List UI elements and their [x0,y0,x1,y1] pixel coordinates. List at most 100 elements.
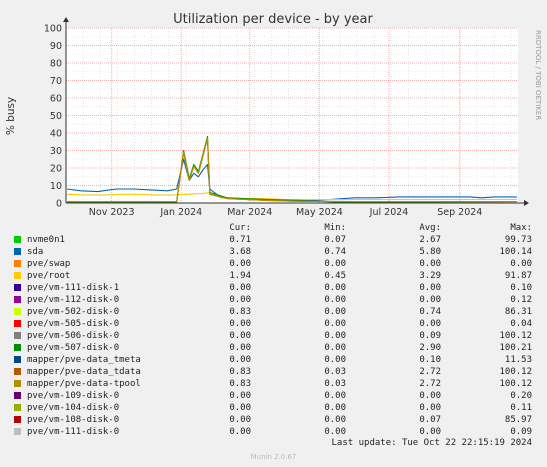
legend-cur-value: 0.00 [229,295,251,305]
y-tick-label: 60 [50,94,62,105]
legend-series-name: mapper/pve-data_tdata [27,367,141,377]
legend-row: pve/vm-111-disk-1 0.00 0.00 0.00 0.10 [0,282,547,294]
legend-series-name: nvme0n1 [27,235,65,245]
y-tick-label: 70 [50,76,62,87]
legend-max-value: 0.00 [510,259,532,269]
x-tick-label: Nov 2023 [89,207,135,218]
legend-cur-value: 0.00 [229,415,251,425]
legend-max-value: 0.10 [510,283,532,293]
legend-cur-value: 0.00 [229,403,251,413]
munin-version: Munin 2.0.67 [250,453,297,461]
legend-max-value: 0.04 [510,319,532,329]
legend-avg-value: 0.09 [419,331,441,341]
legend-swatch [14,308,21,315]
legend-swatch [14,344,21,351]
legend-swatch [14,248,21,255]
legend-cur-value: 1.94 [229,271,251,281]
legend-min-value: 0.00 [324,307,346,317]
chart-area: Utilization per device - by year % busy … [5,12,542,218]
legend-max-value: 91.87 [504,271,532,281]
y-axis-arrow [63,17,69,22]
legend-avg-value: 0.00 [419,403,441,413]
legend-swatch [14,284,21,291]
legend-avg-value: 0.10 [419,355,441,365]
legend-min-value: 0.00 [324,427,346,437]
legend-min-value: 0.00 [324,415,346,425]
col-cur-header: Cur: [229,223,251,233]
legend-cur-value: 0.71 [229,235,251,245]
legend-max-value: 100.12 [499,367,532,377]
legend-avg-value: 0.74 [419,307,441,317]
x-tick-label: Mar 2024 [227,207,272,218]
legend-swatch [14,404,21,411]
legend-avg-value: 2.90 [419,343,441,353]
col-max-header: Max: [510,223,532,233]
legend-cur-value: 0.00 [229,355,251,365]
legend-swatch [14,332,21,339]
legend-avg-value: 0.07 [419,415,441,425]
x-tick-label: May 2024 [296,207,343,218]
x-axis-arrow [524,200,529,206]
legend-series-name: pve/vm-112-disk-0 [27,295,120,305]
legend-swatch [14,320,21,327]
last-update: Last update: Tue Oct 22 22:15:19 2024 [331,438,532,448]
y-axis-label: % busy [5,97,17,135]
legend-avg-value: 0.00 [419,295,441,305]
legend-min-value: 0.00 [324,319,346,329]
chart-title: Utilization per device - by year [173,12,373,27]
legend-swatch [14,356,21,363]
legend-min-value: 0.00 [324,295,346,305]
legend-table: Cur: Min: Avg: Max: nvme0n1 0.71 0.07 2.67 9… [0,222,547,438]
legend-max-value: 100.21 [499,343,532,353]
legend-min-value: 0.03 [324,379,346,389]
legend-swatch [14,392,21,399]
legend-series-name: pve/vm-506-disk-0 [27,331,120,341]
y-tick-label: 10 [50,181,62,192]
col-min-header: Min: [324,223,346,233]
legend-min-value: 0.00 [324,355,346,365]
legend-avg-value: 3.29 [419,271,441,281]
y-tick-label: 100 [44,24,62,35]
legend-row: pve/vm-108-disk-0 0.00 0.00 0.07 85.97 [0,414,547,426]
legend-max-value: 0.12 [510,295,532,305]
y-tick-label: 80 [50,59,62,70]
legend-series-name: pve/vm-111-disk-0 [27,427,120,437]
legend-row: pve/swap 0.00 0.00 0.00 0.00 [0,258,547,270]
y-tick-label: 30 [50,146,62,157]
legend-avg-value: 2.72 [419,367,441,377]
legend-min-value: 0.45 [324,271,346,281]
legend-max-value: 85.97 [504,415,532,425]
legend-row: sda 3.68 0.74 5.80 100.14 [0,246,547,258]
y-tick-label: 40 [50,129,62,140]
legend-series-name: pve/vm-109-disk-0 [27,391,120,401]
legend-max-value: 100.12 [499,331,532,341]
legend-series-name: mapper/pve-data_tmeta [27,355,141,365]
legend-cur-value: 0.00 [229,343,251,353]
legend-series-name: pve/vm-505-disk-0 [27,319,120,329]
legend-series-name: pve/root [27,271,71,281]
legend-series-name: pve/vm-111-disk-1 [27,283,120,293]
legend-cur-value: 0.00 [229,283,251,293]
legend-series-name: pve/swap [27,259,71,269]
legend-min-value: 0.00 [324,343,346,353]
y-tick-label: 90 [50,41,62,52]
legend-min-value: 0.07 [324,235,346,245]
legend-cur-value: 3.68 [229,247,251,257]
legend-swatch [14,368,21,375]
legend-row: pve/vm-111-disk-0 0.00 0.00 0.00 0.09 [0,426,547,438]
legend-max-value: 100.12 [499,379,532,389]
legend-avg-value: 0.00 [419,259,441,269]
legend-series-name: mapper/pve-data-tpool [27,379,141,389]
legend-row: mapper/pve-data_tdata 0.83 0.03 2.72 100.12 [0,366,547,378]
legend-series-name: sda [27,247,44,257]
legend-row: pve/vm-505-disk-0 0.00 0.00 0.00 0.04 [0,318,547,330]
legend-avg-value: 2.72 [419,379,441,389]
legend-max-value: 100.14 [499,247,532,257]
legend-avg-value: 2.67 [419,235,441,245]
legend-row: nvme0n1 0.71 0.07 2.67 99.73 [0,234,547,246]
legend-swatch [14,272,21,279]
legend-row: pve/vm-112-disk-0 0.00 0.00 0.00 0.12 [0,294,547,306]
legend-cur-value: 0.00 [229,391,251,401]
legend-series-name: pve/vm-108-disk-0 [27,415,120,425]
legend-row: pve/vm-507-disk-0 0.00 0.00 2.90 100.21 [0,342,547,354]
